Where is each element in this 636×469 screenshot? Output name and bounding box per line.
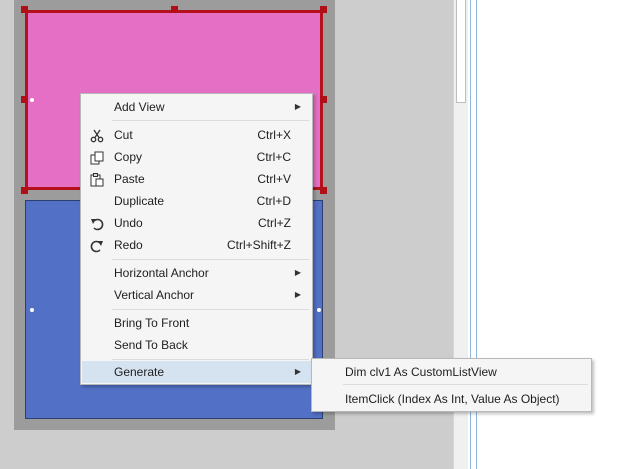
resize-handle-top-left[interactable] [21, 6, 28, 13]
menu-separator [343, 384, 588, 385]
menu-item-shortcut: Ctrl+X [257, 128, 291, 142]
undo-icon [90, 216, 104, 231]
scissors-icon [90, 128, 104, 143]
menu-item-label: Undo [114, 216, 143, 230]
submenu-item-itemclick-event[interactable]: ItemClick (Index As Int, Value As Object… [313, 388, 590, 410]
submenu-arrow-icon: ▶ [294, 268, 301, 277]
menu-item-horizontal-anchor[interactable]: Horizontal Anchor ▶ [82, 262, 311, 284]
paste-icon [90, 172, 104, 187]
menu-item-label: Copy [114, 150, 143, 164]
menu-item-label: Vertical Anchor [114, 288, 195, 302]
menu-item-bring-to-front[interactable]: Bring To Front [82, 312, 311, 334]
menu-separator [112, 120, 309, 121]
menu-item-label: Bring To Front [114, 316, 190, 330]
menu-item-label: Redo [114, 238, 143, 252]
generate-submenu: Dim clv1 As CustomListView ItemClick (In… [311, 358, 592, 412]
menu-item-shortcut: Ctrl+Z [258, 216, 291, 230]
menu-item-shortcut: Ctrl+D [256, 194, 291, 208]
menu-item-label: Send To Back [114, 338, 188, 352]
submenu-arrow-icon: ▶ [294, 290, 301, 299]
resize-handle-bottom-right[interactable] [320, 187, 327, 194]
menu-item-add-view[interactable]: Add View ▶ [82, 96, 311, 118]
menu-item-duplicate[interactable]: Duplicate Ctrl+D [82, 190, 311, 212]
submenu-arrow-icon: ▶ [294, 367, 301, 376]
menu-item-undo[interactable]: Undo Ctrl+Z [82, 212, 311, 234]
resize-handle-middle-left[interactable] [21, 96, 28, 103]
menu-separator [112, 359, 309, 360]
menu-separator [112, 309, 309, 310]
menu-item-paste[interactable]: Paste Ctrl+V [82, 168, 311, 190]
menu-item-label: Cut [114, 128, 133, 142]
menu-item-shortcut: Ctrl+C [256, 150, 291, 164]
scrollbar-thumb[interactable] [456, 0, 466, 103]
resize-handle-middle-right[interactable] [320, 96, 327, 103]
anchor-dot [30, 308, 34, 312]
context-menu: Add View ▶ Cut Ctrl+X Copy Ctrl+C Paste … [80, 93, 313, 385]
redo-icon [90, 238, 104, 253]
resize-handle-bottom-left[interactable] [21, 187, 28, 194]
menu-item-send-to-back[interactable]: Send To Back [82, 334, 311, 356]
anchor-dot [317, 308, 321, 312]
menu-item-generate[interactable]: Generate ▶ [82, 361, 311, 383]
menu-item-label: Generate [114, 365, 165, 379]
submenu-item-dim-declaration[interactable]: Dim clv1 As CustomListView [313, 361, 590, 383]
menu-item-redo[interactable]: Redo Ctrl+Shift+Z [82, 234, 311, 256]
resize-handle-top-center[interactable] [171, 6, 178, 13]
submenu-arrow-icon: ▶ [294, 102, 301, 111]
menu-item-vertical-anchor[interactable]: Vertical Anchor ▶ [82, 284, 311, 306]
menu-item-label: Add View [114, 100, 165, 114]
menu-item-shortcut: Ctrl+V [257, 172, 291, 186]
menu-item-copy[interactable]: Copy Ctrl+C [82, 146, 311, 168]
submenu-item-label: ItemClick (Index As Int, Value As Object… [345, 392, 560, 406]
anchor-dot [30, 98, 34, 102]
menu-item-shortcut: Ctrl+Shift+Z [226, 238, 291, 252]
menu-item-label: Paste [114, 172, 145, 186]
menu-item-label: Horizontal Anchor [114, 266, 209, 280]
copy-icon [90, 150, 104, 165]
resize-handle-top-right[interactable] [320, 6, 327, 13]
menu-separator [112, 259, 309, 260]
submenu-item-label: Dim clv1 As CustomListView [345, 365, 497, 379]
menu-item-label: Duplicate [114, 194, 165, 208]
menu-item-cut[interactable]: Cut Ctrl+X [82, 124, 311, 146]
